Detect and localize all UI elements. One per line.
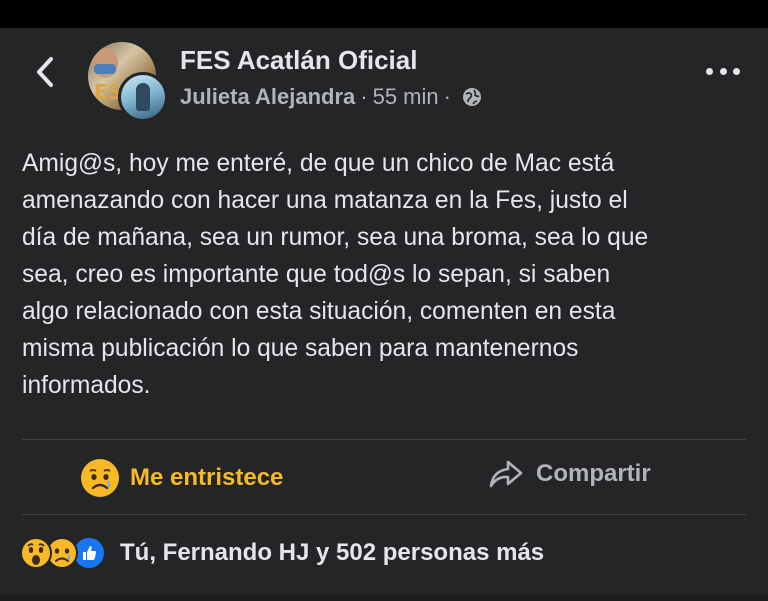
sad-emoji-icon	[81, 459, 119, 497]
meta-separator: ·	[360, 84, 368, 109]
avatar[interactable]: ES	[88, 42, 168, 122]
dot-icon	[706, 67, 713, 75]
share-button[interactable]: Compartir	[488, 458, 651, 490]
reaction-summary[interactable]: Tú, Fernando HJ y 502 personas más	[20, 536, 544, 570]
dot-icon	[733, 67, 740, 75]
chevron-left-icon	[37, 57, 53, 87]
dot-icon	[719, 67, 727, 75]
share-icon	[489, 460, 523, 488]
globe-icon	[462, 88, 481, 106]
meta-separator: ·	[443, 84, 451, 109]
author-name[interactable]: Julieta Alejandra	[180, 84, 355, 110]
reaction-summary-text: Tú, Fernando HJ y 502 personas más	[120, 539, 545, 566]
post-time[interactable]: 55 min	[373, 84, 439, 110]
page-name[interactable]: FES Acatlán Oficial	[180, 45, 417, 76]
bottom-edge	[0, 595, 768, 601]
author-avatar	[118, 72, 168, 122]
post-meta: Julieta Alejandra · 55 min ·	[180, 84, 482, 110]
status-bar	[0, 0, 768, 28]
wow-emoji-icon	[20, 537, 52, 569]
more-options-button[interactable]	[706, 62, 740, 80]
reaction-label: Me entristece	[130, 464, 284, 491]
divider	[22, 439, 746, 440]
post-text: Amig@s, hoy me enteré, de que un chico d…	[22, 150, 649, 399]
divider	[22, 514, 746, 515]
back-button[interactable]	[30, 52, 60, 92]
share-label: Compartir	[536, 460, 651, 487]
reaction-button[interactable]: Me entristece	[80, 458, 283, 498]
